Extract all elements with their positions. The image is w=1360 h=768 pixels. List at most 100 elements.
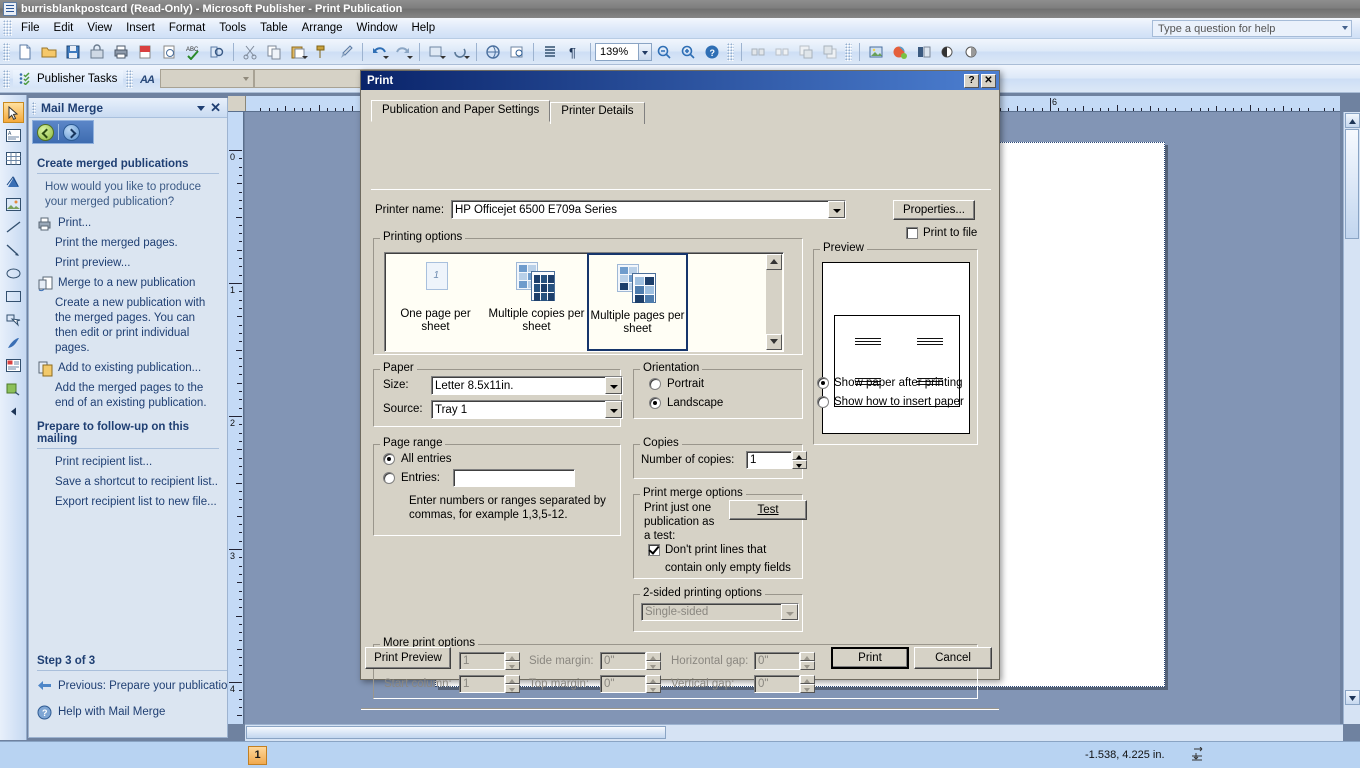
chevron-down-icon[interactable]: [605, 401, 622, 418]
menu-tools[interactable]: Tools: [212, 20, 253, 36]
menu-help[interactable]: Help: [404, 20, 442, 36]
font-style-icon[interactable]: AA: [137, 68, 159, 90]
print-preview-icon[interactable]: [134, 41, 156, 63]
print-to-file-checkbox[interactable]: [906, 227, 918, 239]
close-icon[interactable]: ✕: [210, 101, 221, 115]
side-margin-input[interactable]: 0": [600, 652, 646, 670]
copies-decrement[interactable]: [792, 460, 807, 469]
menu-file[interactable]: File: [14, 20, 47, 36]
paste-icon[interactable]: [287, 41, 309, 63]
print-preview-button[interactable]: Print Preview: [365, 647, 451, 669]
group-icon[interactable]: [747, 41, 769, 63]
format-painter-icon[interactable]: [311, 41, 333, 63]
save-icon[interactable]: [62, 41, 84, 63]
help-row[interactable]: ? Help with Mail Merge: [37, 705, 227, 721]
previous-step-row[interactable]: Previous: Prepare your publicatio: [37, 679, 227, 695]
top-margin-input[interactable]: 0": [600, 675, 646, 693]
help-search-input[interactable]: Type a question for help: [1152, 20, 1352, 37]
ungroup-icon[interactable]: [771, 41, 793, 63]
web-preview-icon[interactable]: [482, 41, 504, 63]
contrast-icon[interactable]: [937, 41, 959, 63]
portrait-row[interactable]: Portrait: [649, 378, 704, 390]
open-icon[interactable]: [38, 41, 60, 63]
all-entries-radio[interactable]: [383, 453, 395, 465]
print-preview-link[interactable]: Print preview...: [55, 256, 219, 271]
picture-frame-tool[interactable]: [3, 194, 24, 215]
dont-print-empty-row[interactable]: Don't print lines that: [648, 544, 766, 556]
print-to-file-row[interactable]: Print to file: [906, 227, 977, 239]
formatting-toolbar-grip[interactable]: [3, 69, 10, 88]
start-column-decrement[interactable]: [505, 684, 520, 693]
back-button[interactable]: [37, 123, 54, 141]
landscape-row[interactable]: Landscape: [649, 397, 723, 409]
vertical-gap-input[interactable]: 0": [754, 675, 800, 693]
brush-icon[interactable]: [335, 41, 357, 63]
fonts-group-grip[interactable]: [126, 69, 134, 88]
show-paper-after-printing-row[interactable]: Show paper after printing: [817, 377, 963, 389]
bring-front-icon[interactable]: [795, 41, 817, 63]
print-button[interactable]: Print: [831, 647, 909, 669]
menu-edit[interactable]: Edit: [47, 20, 81, 36]
redo-icon[interactable]: [392, 41, 414, 63]
zoom-out-icon[interactable]: [653, 41, 675, 63]
insert-hyperlink-icon[interactable]: [425, 41, 447, 63]
menu-view[interactable]: View: [80, 20, 119, 36]
line-tool[interactable]: [3, 217, 24, 238]
rotate-icon[interactable]: [449, 41, 471, 63]
tab-printer-details[interactable]: Printer Details: [550, 102, 645, 124]
insert-picture-icon[interactable]: [865, 41, 887, 63]
top-margin-decrement[interactable]: [646, 684, 661, 693]
form-control-tool[interactable]: [3, 378, 24, 399]
save-shortcut-link[interactable]: Save a shortcut to recipient list..: [55, 475, 219, 490]
option-multiple-pages-per-sheet[interactable]: Multiple pages per sheet: [587, 253, 688, 351]
page-navigator-button[interactable]: 1: [248, 745, 267, 765]
test-button[interactable]: Test: [729, 500, 807, 520]
vertical-scrollbar[interactable]: [1343, 112, 1360, 724]
publisher-tasks-button[interactable]: Publisher Tasks: [13, 70, 124, 87]
select-tool[interactable]: [2, 102, 24, 123]
landscape-radio[interactable]: [649, 397, 661, 409]
entries-input[interactable]: [453, 469, 575, 487]
printing-options-list[interactable]: 1 One page per sheet Multiple copies per…: [384, 252, 784, 352]
print-icon[interactable]: [110, 41, 132, 63]
menu-arrange[interactable]: Arrange: [295, 20, 350, 36]
copies-increment[interactable]: [792, 451, 807, 460]
toolbar-grip[interactable]: [3, 42, 10, 61]
horizontal-gap-increment[interactable]: [800, 652, 815, 661]
insert-table-tool[interactable]: [3, 148, 24, 169]
zoom-in-icon[interactable]: [677, 41, 699, 63]
forward-button[interactable]: [63, 123, 80, 141]
show-insert-paper-radio[interactable]: [817, 396, 829, 408]
top-margin-stepper[interactable]: 0": [600, 675, 661, 693]
entries-radio[interactable]: [383, 472, 395, 484]
portrait-radio[interactable]: [649, 378, 661, 390]
start-column-increment[interactable]: [505, 675, 520, 684]
horizontal-gap-decrement[interactable]: [800, 661, 815, 670]
color-scheme-icon[interactable]: [889, 41, 911, 63]
task-pane-grip[interactable]: [32, 102, 36, 115]
horizontal-gap-stepper[interactable]: 0": [754, 652, 815, 670]
export-recipient-list-link[interactable]: Export recipient list to new file...: [55, 495, 219, 510]
brightness-icon[interactable]: [961, 41, 983, 63]
vertical-gap-increment[interactable]: [800, 675, 815, 684]
tab-publication-and-paper-settings[interactable]: Publication and Paper Settings: [371, 100, 551, 122]
add-existing-row[interactable]: Add to existing publication...: [37, 361, 219, 377]
undo-icon[interactable]: [368, 41, 390, 63]
horizontal-scroll-thumb[interactable]: [246, 726, 666, 739]
crop-icon[interactable]: [913, 41, 935, 63]
send-back-icon[interactable]: [819, 41, 841, 63]
start-row-decrement[interactable]: [505, 661, 520, 670]
menubar-grip[interactable]: [3, 20, 12, 36]
start-row-input[interactable]: 1: [459, 652, 505, 670]
autoshapes-tool[interactable]: [3, 309, 24, 330]
vertical-ruler[interactable]: 0 1 2 3 4: [228, 112, 244, 724]
two-sided-combo[interactable]: Single-sided: [641, 603, 799, 621]
horizontal-gap-input[interactable]: 0": [754, 652, 800, 670]
top-margin-increment[interactable]: [646, 675, 661, 684]
side-margin-decrement[interactable]: [646, 661, 661, 670]
vertical-scroll-thumb[interactable]: [1345, 129, 1359, 239]
copies-stepper[interactable]: 1: [746, 451, 807, 469]
dialog-titlebar[interactable]: Print ? ✕: [361, 71, 999, 90]
oval-tool[interactable]: [3, 263, 24, 284]
start-column-input[interactable]: 1: [459, 675, 505, 693]
